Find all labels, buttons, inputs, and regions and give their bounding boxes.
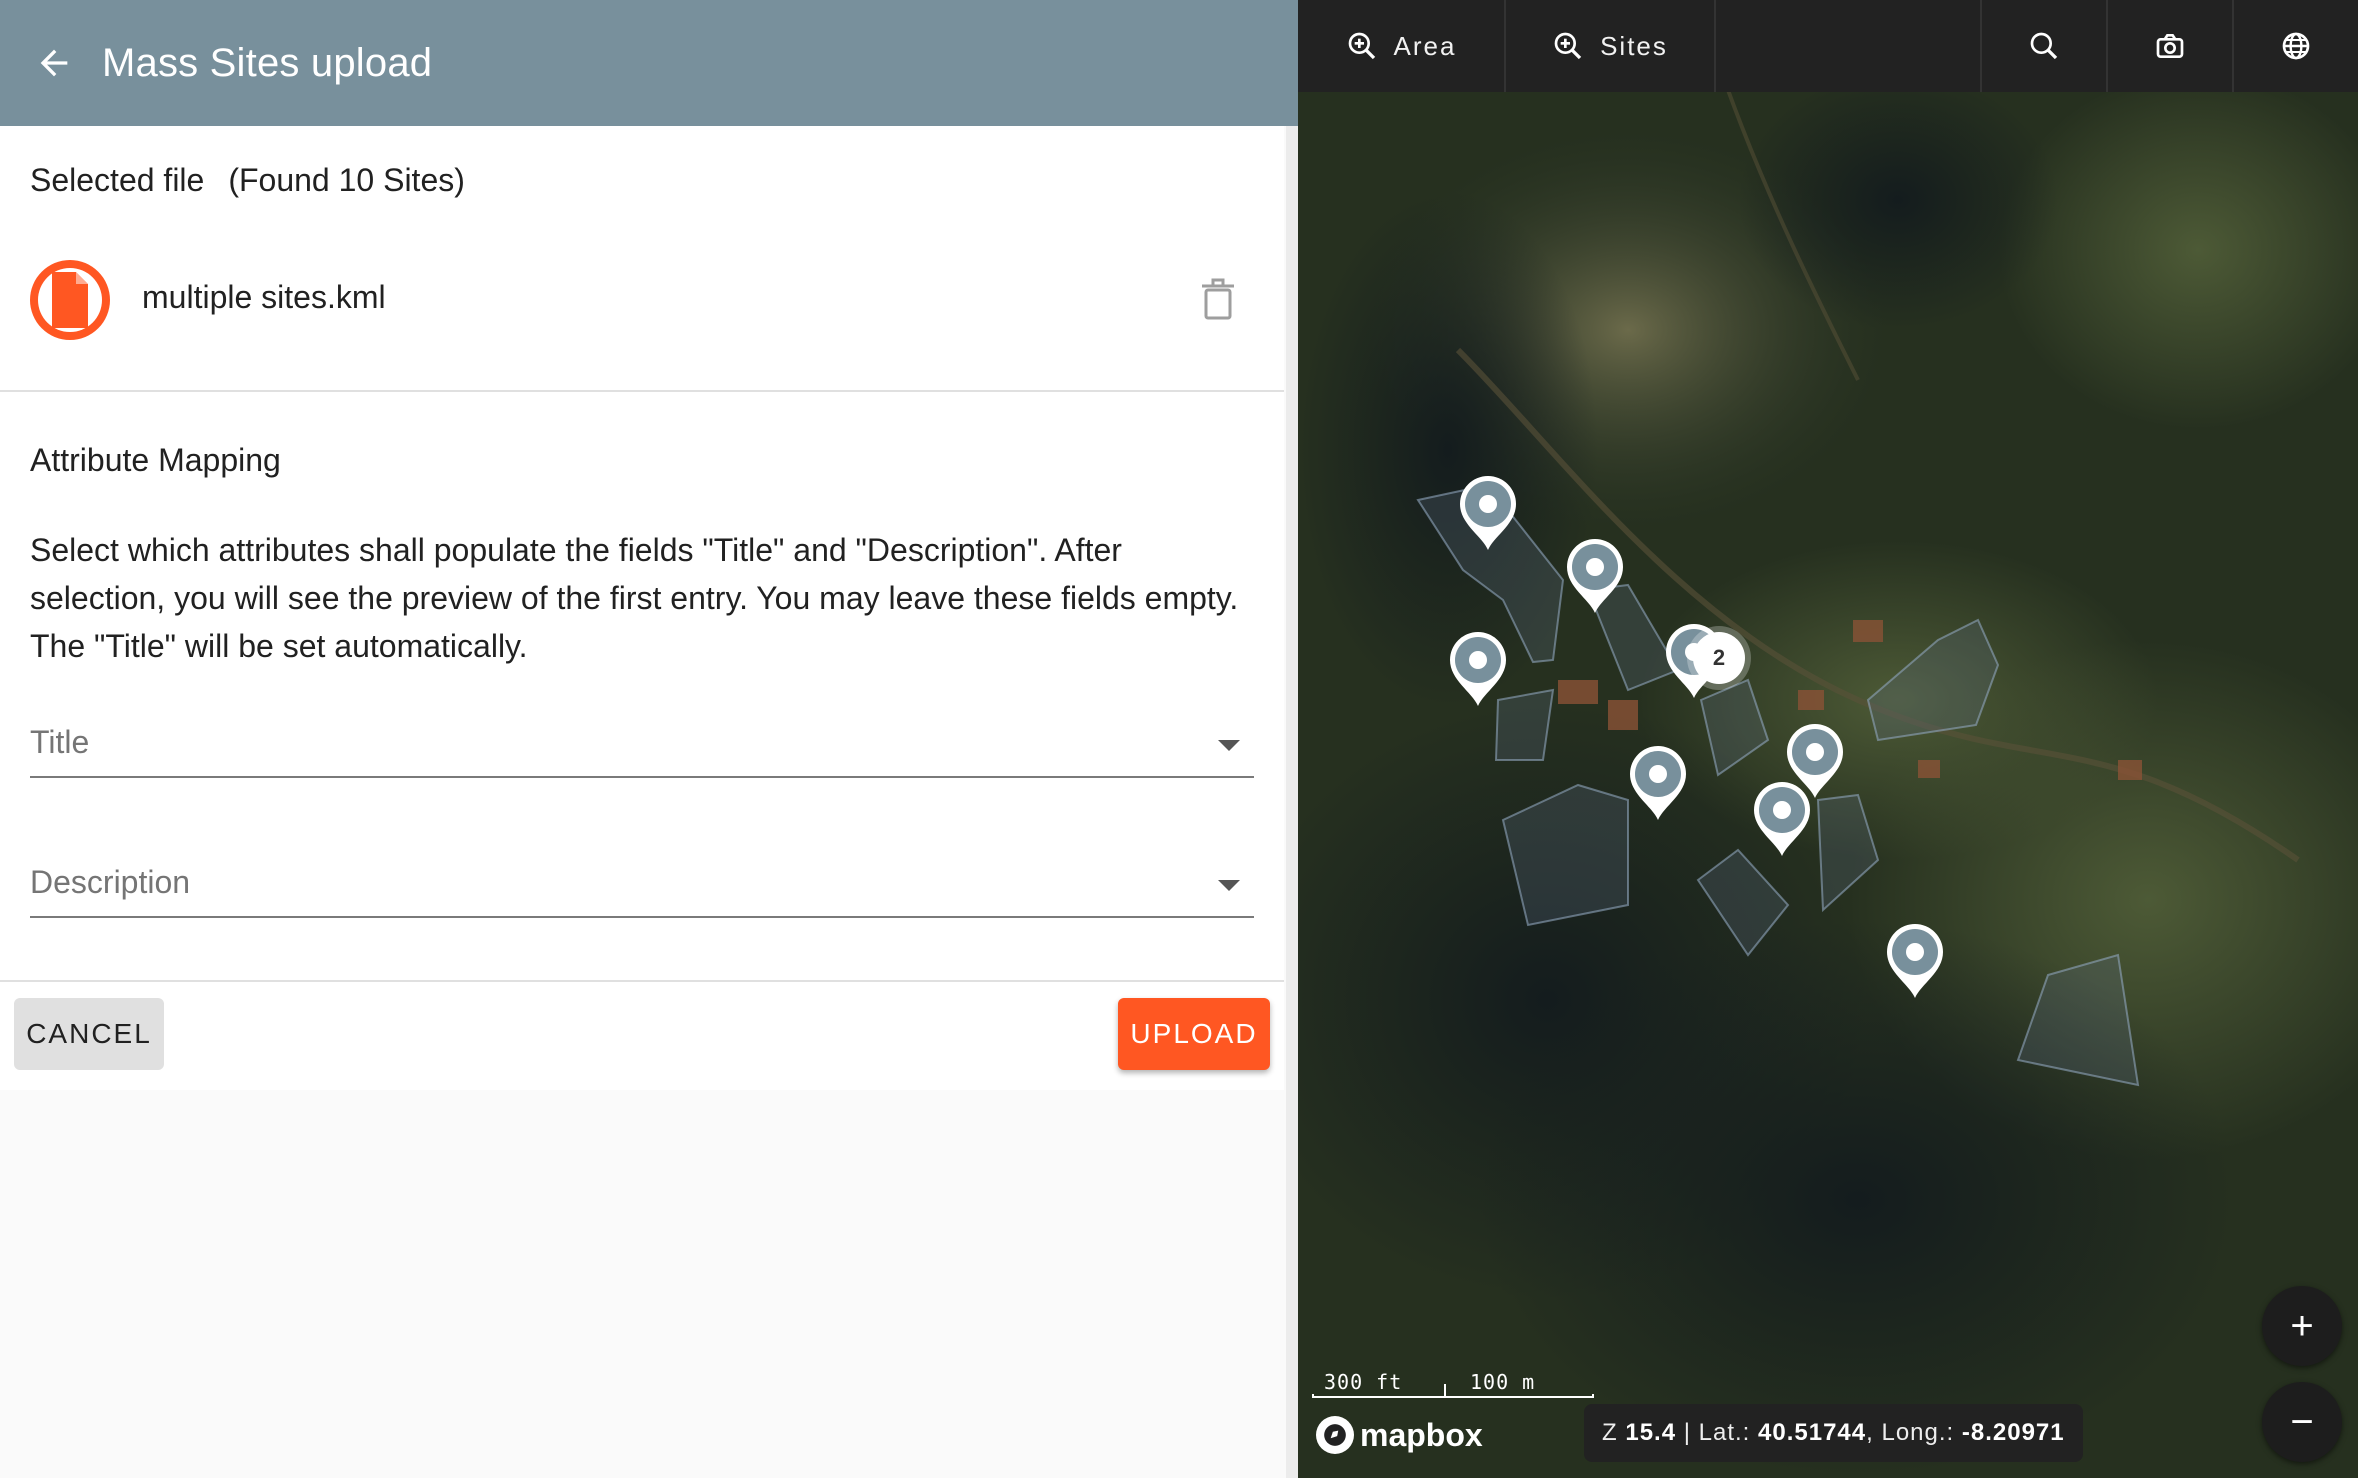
description-select-placeholder: Description: [30, 864, 191, 900]
map-toolbar: Area Sites: [1298, 0, 2358, 92]
mapbox-wordmark: mapbox: [1360, 1416, 1483, 1453]
dropdown-caret-icon: [1218, 740, 1240, 751]
search-icon: [2030, 32, 2058, 60]
map-view[interactable]: 2 Area Sites + − 300 ft 100 m mapbox Z 1…: [1298, 0, 2358, 1478]
cancel-button[interactable]: CANCEL: [14, 998, 164, 1070]
site-marker-pin-icon[interactable]: [1746, 776, 1818, 860]
latitude-value: 40.51744: [1758, 1419, 1867, 1446]
map-style-button[interactable]: [2234, 0, 2358, 92]
site-marker-pin-icon[interactable]: [1879, 918, 1951, 1002]
title-select-placeholder: Title: [30, 724, 90, 760]
zoom-to-area-button[interactable]: Area: [1298, 0, 1506, 92]
attribute-mapping-section: Attribute Mapping Select which attribute…: [0, 392, 1284, 982]
zoom-in-magnifier-icon: [1554, 32, 1582, 60]
toolbar-spacer: [1716, 0, 1982, 92]
file-icon: [30, 260, 110, 340]
zoom-level-value: 15.4: [1625, 1419, 1677, 1446]
selected-file-heading: Selected file: [30, 162, 205, 198]
zoom-in-magnifier-icon: [1348, 32, 1375, 60]
mapbox-logo[interactable]: mapbox: [1316, 1416, 1483, 1454]
zoom-level-label: Z: [1602, 1419, 1618, 1446]
panel-scrollbar[interactable]: [1286, 126, 1298, 1478]
title-select[interactable]: Title: [30, 714, 1254, 778]
sites-label: Sites: [1600, 30, 1668, 61]
selected-file-section: Selected file (Found 10 Sites) multiple s…: [0, 126, 1284, 392]
scale-feet-label: 300 ft: [1324, 1370, 1403, 1394]
site-marker-pin-icon[interactable]: [1622, 740, 1694, 824]
scale-line: [1312, 1394, 1594, 1398]
attribute-mapping-title: Attribute Mapping: [30, 442, 281, 478]
search-button[interactable]: [1982, 0, 2108, 92]
area-label: Area: [1393, 30, 1457, 61]
camera-icon: [2156, 34, 2184, 58]
upload-panel: Mass Sites upload Selected file (Found 10…: [0, 0, 1298, 1478]
delete-icon[interactable]: [1198, 278, 1238, 322]
zoom-to-sites-button[interactable]: Sites: [1506, 0, 1716, 92]
dialog-actions: CANCEL UPLOAD: [0, 982, 1284, 1090]
globe-icon: [2282, 32, 2310, 60]
upload-card: Selected file (Found 10 Sites) multiple s…: [0, 126, 1284, 1090]
site-marker-pin-icon[interactable]: [1452, 470, 1524, 554]
found-sites-count: (Found 10 Sites): [228, 162, 465, 198]
back-arrow-icon[interactable]: [24, 33, 84, 93]
site-marker-pin-icon[interactable]: [1442, 626, 1514, 710]
longitude-label: Long.:: [1881, 1419, 1955, 1446]
upload-button[interactable]: UPLOAD: [1118, 998, 1270, 1070]
coordinates-readout: Z 15.4 | Lat.: 40.51744, Long.: -8.20971: [1584, 1404, 2083, 1462]
attribute-mapping-description: Select which attributes shall populate t…: [30, 532, 1239, 664]
scale-tick: [1444, 1384, 1446, 1396]
mapbox-mark-icon: [1316, 1416, 1354, 1454]
dropdown-caret-icon: [1218, 880, 1240, 891]
selected-file-label: Selected file (Found 10 Sites): [30, 162, 489, 199]
scale-bar: 300 ft 100 m: [1312, 1370, 1594, 1398]
screenshot-button[interactable]: [2108, 0, 2234, 92]
scale-meters-label: 100 m: [1470, 1370, 1536, 1394]
page-title: Mass Sites upload: [102, 40, 433, 85]
description-select[interactable]: Description: [30, 854, 1254, 918]
site-marker-pin-icon[interactable]: [1559, 533, 1631, 617]
longitude-value: -8.20971: [1961, 1419, 2065, 1446]
cluster-marker[interactable]: 2: [1693, 632, 1745, 684]
file-name: multiple sites.kml: [142, 279, 386, 315]
zoom-in-button[interactable]: +: [2262, 1286, 2342, 1366]
app-bar: Mass Sites upload: [0, 0, 1298, 126]
zoom-out-button[interactable]: −: [2262, 1382, 2342, 1462]
latitude-label: Lat.:: [1698, 1419, 1751, 1446]
